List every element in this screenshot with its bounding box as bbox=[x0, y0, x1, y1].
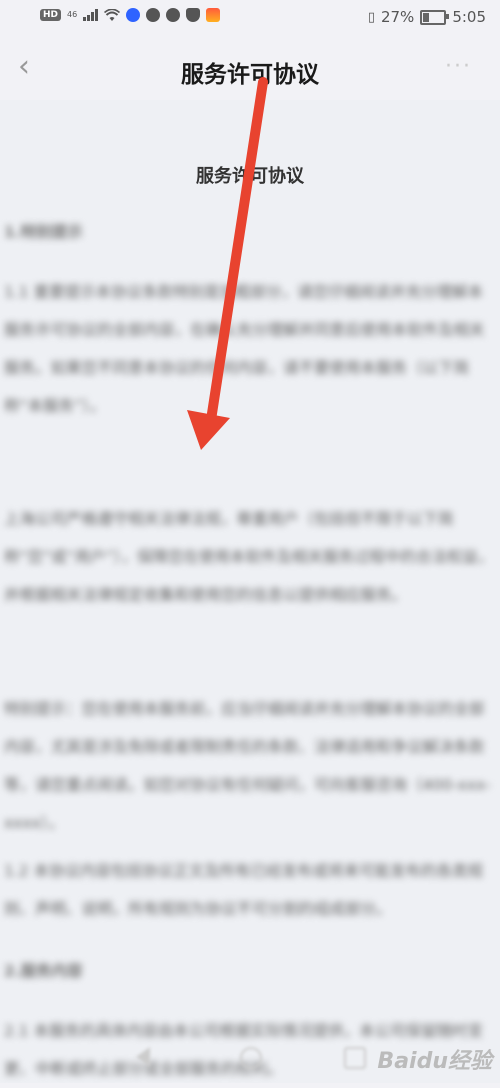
red-arrow-annotation bbox=[187, 77, 268, 450]
